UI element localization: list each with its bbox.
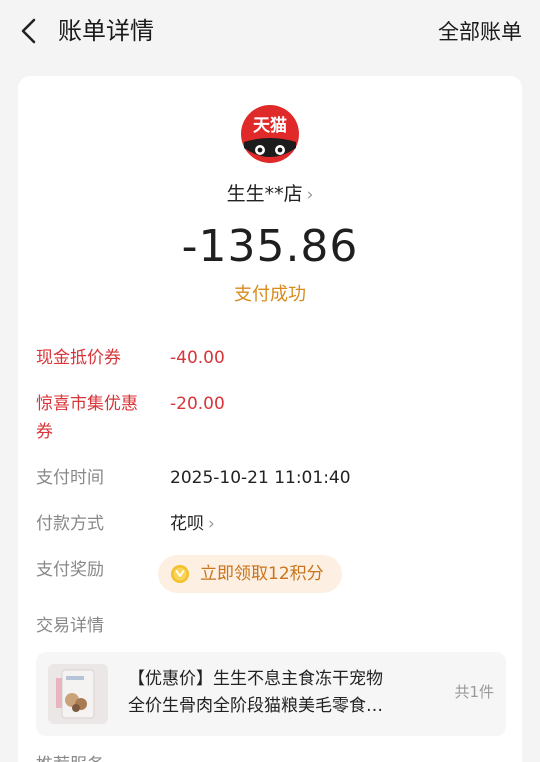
pay-time-label: 支付时间: [36, 468, 104, 488]
market-coupon-value: -20.00: [170, 394, 225, 414]
pay-time-value: 2025-10-21 11:01:40: [170, 468, 351, 488]
cash-coupon-label: 现金抵价券: [36, 348, 121, 368]
header-bar: 账单详情 全部账单: [0, 0, 540, 64]
cash-coupon-value: -40.00: [170, 348, 225, 368]
back-arrow-icon[interactable]: [14, 16, 44, 46]
product-quantity: 共1件: [454, 683, 494, 701]
product-title-line2: 全价生骨肉全阶段猫粮美毛零食…: [128, 696, 383, 716]
all-bills-link[interactable]: 全部账单: [438, 16, 522, 48]
product-thumbnail: [48, 664, 108, 724]
points-coin-icon: [170, 564, 190, 584]
claim-points-text: 立即领取12积分: [200, 564, 324, 584]
merchant-name-link[interactable]: 生生**店 ›: [18, 180, 522, 209]
pay-method-label: 付款方式: [36, 514, 104, 534]
product-title: 【优惠价】生生不息主食冻干宠物 全价生骨肉全阶段猫粮美毛零食…: [128, 666, 428, 720]
market-coupon-label-line1: 惊喜市集优惠: [36, 394, 138, 414]
recommended-services-label: 推荐服务: [36, 752, 104, 762]
pay-method-link[interactable]: 花呗 ›: [170, 509, 215, 539]
logo-text: 天猫: [253, 115, 287, 136]
product-title-line1: 【优惠价】生生不息主食冻干宠物: [128, 669, 383, 689]
reward-label: 支付奖励: [36, 560, 104, 580]
tmall-logo: 天猫: [240, 104, 300, 164]
payment-amount: -135.86: [181, 221, 359, 272]
claim-points-button[interactable]: 立即领取12积分: [158, 555, 342, 593]
merchant-name: 生生**店: [226, 183, 303, 205]
trade-details-label: 交易详情: [36, 616, 104, 636]
pay-method-value: 花呗: [170, 514, 204, 534]
page-title: 账单详情: [58, 17, 154, 45]
chevron-right-icon: ›: [306, 185, 314, 205]
market-coupon-label-line2: 券: [36, 422, 53, 442]
payment-status: 支付成功: [234, 284, 306, 305]
product-item[interactable]: 【优惠价】生生不息主食冻干宠物 全价生骨肉全阶段猫粮美毛零食… 共1件: [36, 652, 506, 736]
bill-detail-card: 天猫 生生**店 › -135.86 支付成功 现金抵价券 -40.00 惊喜市集…: [18, 76, 522, 762]
chevron-right-icon: ›: [208, 514, 215, 534]
